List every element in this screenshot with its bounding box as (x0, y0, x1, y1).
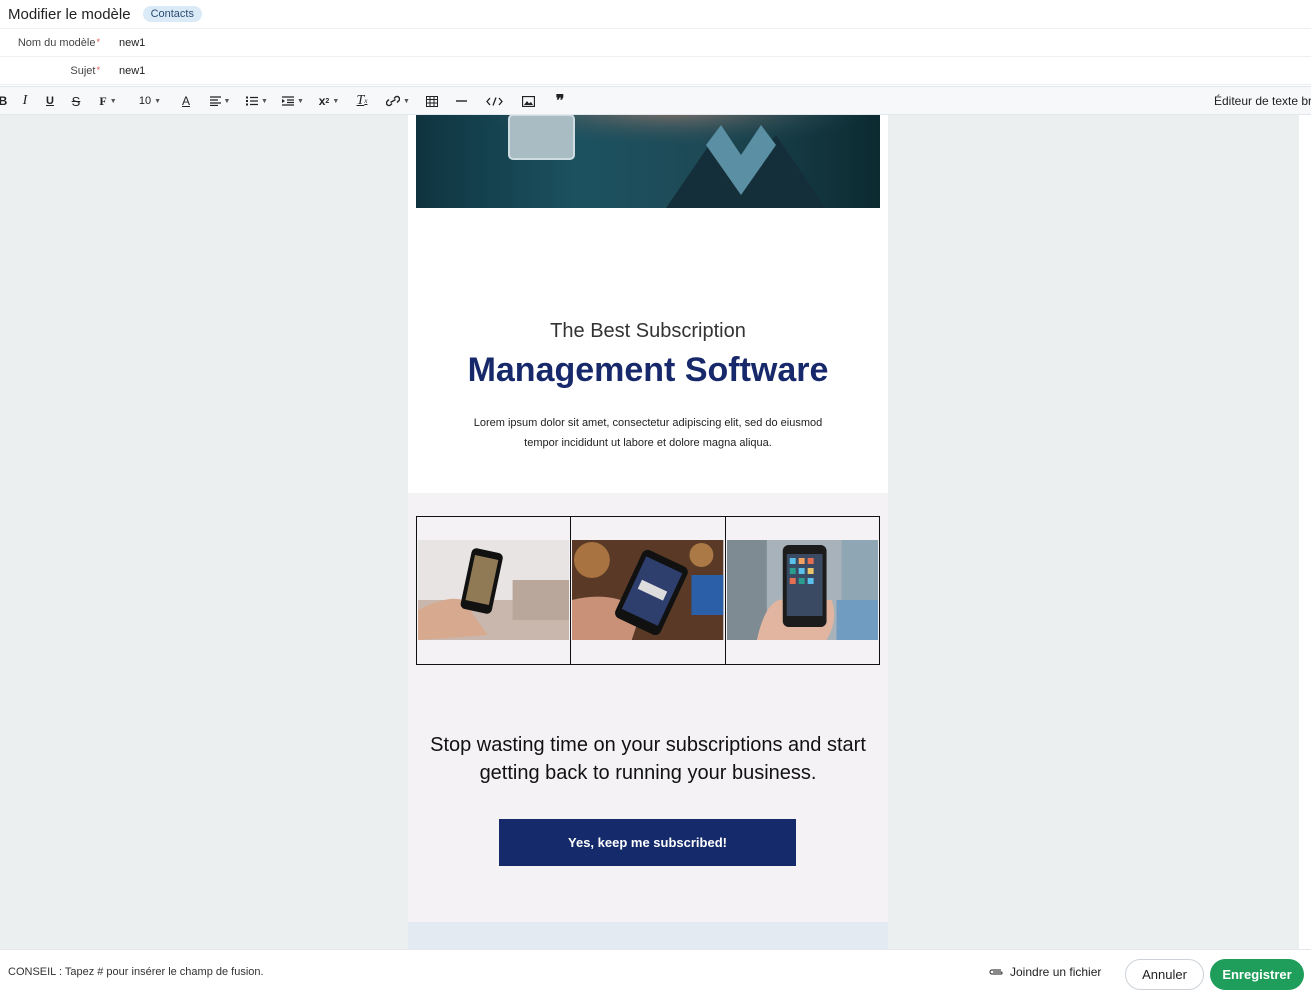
cancel-button[interactable]: Annuler (1125, 959, 1204, 990)
rich-text-editor-toggle[interactable]: Éditeur de texte br (1214, 87, 1311, 115)
editor-canvas[interactable]: The Best Subscription Management Softwar… (0, 115, 1299, 949)
underline-icon[interactable]: U (43, 87, 57, 115)
ordered-list-icon[interactable]: ▼ (243, 87, 271, 115)
email-gallery-section: Stop wasting time on your subscriptions … (408, 493, 888, 922)
subject-label: Sujet* (70, 64, 100, 77)
page-title: Modifier le modèle (8, 5, 131, 23)
phone-photo-1 (418, 540, 570, 640)
phone-photo-3 (726, 540, 878, 640)
email-subtitle: The Best Subscription (550, 320, 746, 342)
canvas-scrollbar[interactable] (1299, 115, 1311, 949)
page-footer: CONSEIL : Tapez # pour insérer le champ … (0, 949, 1311, 993)
hero-image (416, 115, 880, 208)
text-color-icon[interactable]: A (179, 87, 193, 115)
quote-icon[interactable]: ❞ (552, 87, 568, 115)
code-view-icon[interactable] (484, 87, 504, 115)
image-gallery-table (416, 516, 880, 665)
template-name-label: Nom du modèle* (17, 36, 100, 49)
subject-input[interactable] (119, 64, 519, 77)
clear-format-icon[interactable]: Tx (354, 87, 370, 115)
bold-icon[interactable]: B (0, 87, 9, 115)
image-icon[interactable] (520, 87, 536, 115)
strikethrough-icon[interactable]: S (69, 87, 83, 115)
phone-photo-2 (572, 540, 724, 640)
link-icon[interactable]: ▼ (384, 87, 412, 115)
font-family-icon[interactable]: F ▼ (96, 87, 120, 115)
template-name-input[interactable] (119, 36, 519, 49)
module-badge: Contacts (142, 6, 202, 22)
gallery-cell (417, 517, 572, 664)
gallery-cell (571, 517, 726, 664)
email-preview: The Best Subscription Management Softwar… (408, 115, 888, 949)
email-title: Management Software (467, 351, 829, 389)
page-header: Modifier le modèle Contacts (0, 0, 1311, 29)
font-size-select[interactable]: 10 ▼ (135, 87, 165, 115)
attach-file-label: Joindre un fichier (1010, 964, 1102, 979)
email-tagline: Stop wasting time on your subscriptions … (430, 734, 866, 784)
attach-file-button[interactable]: Joindre un fichier (988, 965, 1101, 979)
keep-subscribed-button[interactable]: Yes, keep me subscribed! (499, 819, 796, 866)
email-body-text: Lorem ipsum dolor sit amet, consectetur … (473, 417, 823, 449)
paperclip-icon (988, 967, 1004, 977)
table-icon[interactable] (424, 87, 440, 115)
template-name-row: Nom du modèle* (0, 29, 1311, 57)
save-button[interactable]: Enregistrer (1210, 959, 1304, 990)
horizontal-rule-icon[interactable] (454, 87, 468, 115)
gallery-cell (726, 517, 879, 664)
email-footer-strip (408, 922, 888, 949)
superscript-icon[interactable]: x 2 ▼ (316, 87, 342, 115)
editor-toolbar: B I U S F ▼ 10 ▼ A ▼ ▼ ▼ x 2 ▼ Tx ▼ ❞ Éditeu… (0, 86, 1311, 115)
subject-row: Sujet* (0, 57, 1311, 85)
indent-icon[interactable]: ▼ (280, 87, 306, 115)
merge-field-tip: CONSEIL : Tapez # pour insérer le champ … (8, 965, 264, 978)
align-icon[interactable]: ▼ (207, 87, 233, 115)
italic-icon[interactable]: I (18, 87, 32, 115)
